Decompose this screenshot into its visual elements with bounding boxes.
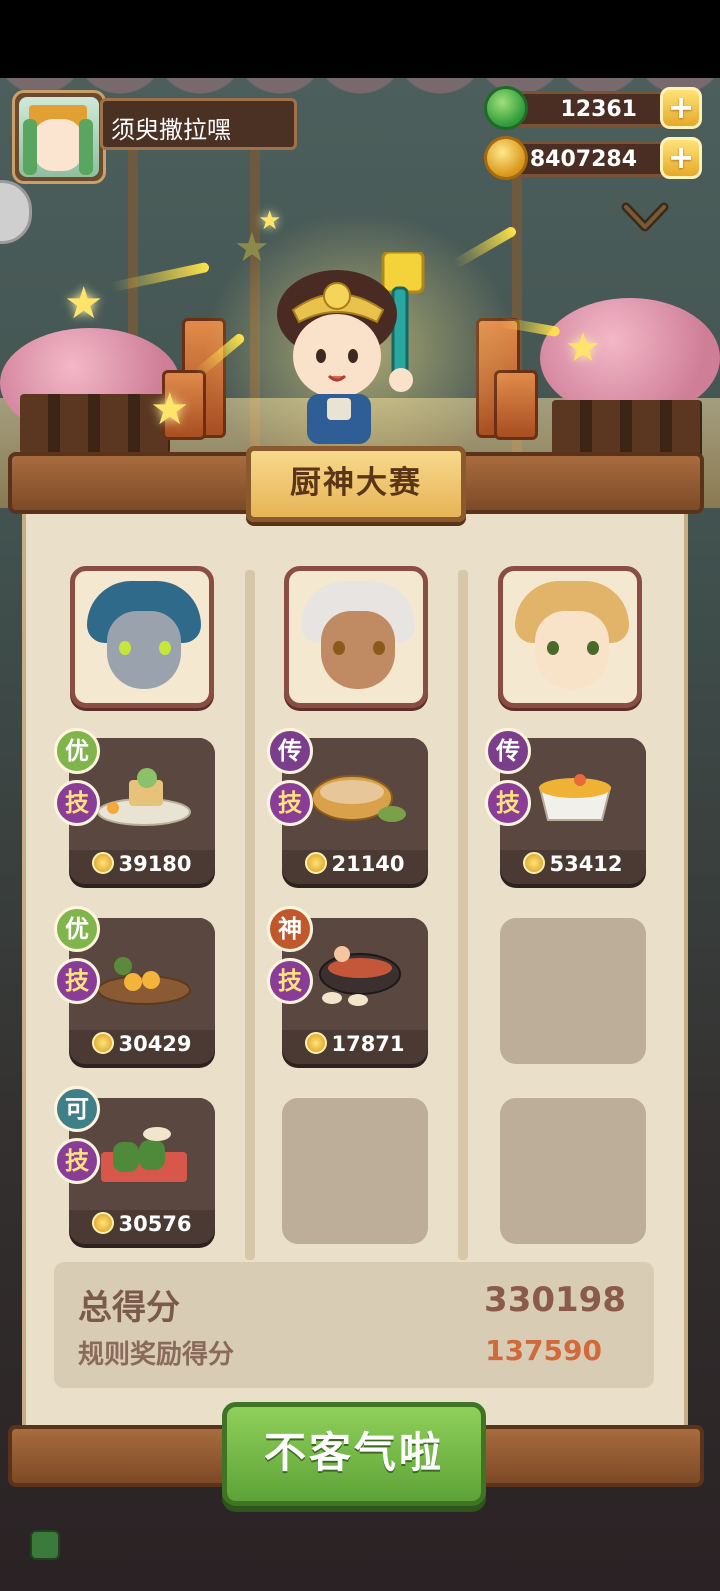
column-divider bbox=[458, 570, 468, 1260]
status-bar bbox=[0, 0, 720, 78]
gold-coin-icon bbox=[92, 852, 115, 874]
empty-dish-slot[interactable] bbox=[500, 1098, 646, 1244]
gold-coin-icon bbox=[484, 136, 528, 180]
dish-icon bbox=[311, 775, 406, 822]
gold-coin-icon bbox=[92, 1212, 115, 1234]
skill-badge: 技 bbox=[485, 780, 531, 826]
bonus-score-value: 137590 bbox=[485, 1334, 602, 1367]
grade-badge: 优 bbox=[54, 906, 100, 952]
dish-score: 30576 bbox=[118, 1212, 192, 1236]
mascot-chef-with-hammer bbox=[277, 252, 425, 444]
grade-badge: 优 bbox=[54, 728, 100, 774]
gold-amount: 8407284 bbox=[504, 141, 682, 177]
jade-currency: 12361 + bbox=[484, 86, 702, 130]
fence-decoration bbox=[552, 400, 702, 460]
dish-score: 53412 bbox=[549, 852, 623, 876]
skill-badge: 技 bbox=[267, 958, 313, 1004]
dish-score: 30429 bbox=[118, 1032, 192, 1056]
jade-coin-icon bbox=[484, 86, 528, 130]
gold-currency: 8407284 + bbox=[484, 136, 702, 180]
add-jade-button[interactable]: + bbox=[660, 87, 702, 129]
player-avatar[interactable] bbox=[12, 90, 106, 184]
wolf-chef-portrait[interactable] bbox=[70, 566, 214, 708]
confirm-button[interactable]: 不客气啦 bbox=[222, 1402, 486, 1506]
bonus-score-label: 规则奖励得分 bbox=[78, 1340, 235, 1370]
gold-coin-icon bbox=[305, 1032, 328, 1054]
star-icon: ★ bbox=[150, 384, 190, 435]
corner-icon[interactable] bbox=[30, 1530, 60, 1560]
dish-icon bbox=[101, 1127, 187, 1182]
dish-icon bbox=[538, 774, 612, 821]
skill-badge: 技 bbox=[54, 1138, 100, 1184]
total-score-value: 330198 bbox=[484, 1280, 626, 1320]
event-title: 厨神大赛 bbox=[246, 446, 466, 522]
grade-badge: 传 bbox=[485, 728, 531, 774]
skill-badge: 技 bbox=[267, 780, 313, 826]
add-gold-button[interactable]: + bbox=[660, 137, 702, 179]
dish-score: 39180 bbox=[118, 852, 192, 876]
crowned-chef-portrait[interactable] bbox=[498, 566, 642, 708]
gold-coin-icon bbox=[523, 852, 546, 874]
total-score-label: 总得分 bbox=[78, 1288, 180, 1328]
star-icon: ★ bbox=[64, 278, 104, 329]
fence-decoration bbox=[20, 394, 170, 454]
dish-icon bbox=[97, 957, 191, 1005]
jade-amount: 12361 bbox=[504, 91, 682, 127]
white-hair-chef-portrait[interactable] bbox=[284, 566, 428, 708]
player-name: 须臾撒拉嘿 bbox=[100, 98, 297, 150]
empty-dish-slot[interactable] bbox=[282, 1098, 428, 1244]
skill-badge: 技 bbox=[54, 780, 100, 826]
dish-score: 17871 bbox=[331, 1032, 405, 1056]
gold-coin-icon bbox=[92, 1032, 115, 1054]
dish-icon bbox=[319, 946, 401, 1006]
grade-badge: 传 bbox=[267, 728, 313, 774]
empty-dish-slot[interactable] bbox=[500, 918, 646, 1064]
score-summary: 总得分 330198 规则奖励得分 137590 bbox=[54, 1262, 654, 1388]
dish-score: 21140 bbox=[331, 852, 405, 876]
skill-badge: 技 bbox=[54, 958, 100, 1004]
avatar bbox=[19, 97, 99, 177]
column-divider bbox=[245, 570, 255, 1260]
dish-icon bbox=[97, 768, 191, 826]
star-icon: ★ bbox=[565, 325, 601, 371]
grade-badge: 神 bbox=[267, 906, 313, 952]
grade-badge: 可 bbox=[54, 1086, 100, 1132]
chevron-down-icon[interactable] bbox=[618, 195, 672, 241]
gold-coin-icon bbox=[305, 852, 328, 874]
